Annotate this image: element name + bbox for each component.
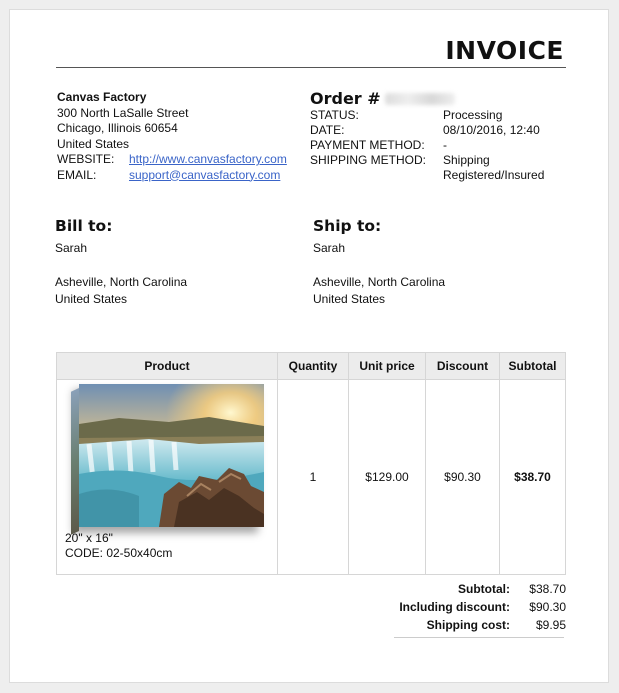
quantity-cell: 1 — [277, 379, 349, 575]
shipping-method-value: Shipping Registered/Insured — [443, 153, 544, 183]
bill-to-country: United States — [55, 292, 128, 306]
header-unit-price: Unit price — [348, 352, 426, 380]
product-image — [71, 384, 264, 535]
bill-to-name: Sarah — [55, 241, 88, 255]
ship-to-country: United States — [313, 292, 386, 306]
website-link[interactable]: http://www.canvasfactory.com — [129, 152, 287, 168]
totals-discount-row: Including discount: $90.30 — [390, 598, 566, 616]
totals-subtotal-label: Subtotal: — [458, 582, 510, 596]
title-divider — [56, 67, 566, 68]
totals-shipping-row: Shipping cost: $9.95 — [390, 616, 566, 634]
order-date-row: DATE: 08/10/2016, 12:40 — [310, 123, 544, 138]
invoice-page: INVOICE Canvas Factory 300 North LaSalle… — [9, 9, 609, 683]
ship-to-section: Ship to: Sarah Asheville, North Carolina… — [313, 218, 445, 308]
company-info: Canvas Factory 300 North LaSalle Street … — [57, 90, 287, 183]
header-product: Product — [56, 352, 278, 380]
payment-method-value: - — [443, 138, 447, 152]
discount-cell: $90.30 — [425, 379, 500, 575]
ship-to-name: Sarah — [313, 241, 346, 255]
shipping-method-label: SHIPPING METHOD: — [310, 153, 427, 167]
header-discount: Discount — [425, 352, 500, 380]
shipping-method-row: SHIPPING METHOD: Shipping Registered/Ins… — [310, 153, 544, 183]
header-quantity: Quantity — [277, 352, 349, 380]
waterfall-canvas-photo — [79, 384, 264, 527]
shipping-method-line1: Shipping — [443, 153, 490, 167]
header-subtotal: Subtotal — [499, 352, 566, 380]
bill-to-section: Bill to: Sarah Asheville, North Carolina… — [55, 218, 187, 308]
company-website-row: WEBSITE: http://www.canvasfactory.com — [57, 152, 287, 168]
totals-shipping-value: $9.95 — [535, 618, 566, 632]
company-city: Chicago, Illinois 60654 — [57, 121, 178, 135]
totals-divider — [394, 637, 564, 638]
order-items-table: Product Quantity Unit price Discount Sub… — [56, 352, 566, 575]
order-status-row: STATUS: Processing — [310, 108, 544, 123]
product-cell: 20" x 16" CODE: 02-50x40cm — [56, 379, 278, 575]
order-status-label: STATUS: — [310, 108, 359, 122]
totals-subtotal-value: $38.70 — [529, 582, 566, 596]
payment-method-row: PAYMENT METHOD: - — [310, 138, 544, 153]
order-number-heading: Order # — [310, 89, 544, 108]
email-link[interactable]: support@canvasfactory.com — [129, 168, 280, 184]
email-label: EMAIL: — [57, 167, 97, 182]
totals-subtotal-row: Subtotal: $38.70 — [390, 580, 566, 598]
subtotal-cell: $38.70 — [499, 379, 566, 575]
shipping-method-line2: Registered/Insured — [443, 168, 545, 182]
product-size: 20" x 16" — [65, 531, 113, 545]
company-email-row: EMAIL: support@canvasfactory.com — [57, 168, 287, 184]
product-code: CODE: 02-50x40cm — [65, 546, 173, 560]
company-name: Canvas Factory — [57, 90, 147, 104]
bill-to-heading: Bill to: — [55, 217, 113, 235]
bill-to-redacted-line — [55, 257, 187, 274]
totals-section: Subtotal: $38.70 Including discount: $90… — [390, 580, 566, 634]
order-status-value: Processing — [443, 108, 503, 122]
company-street: 300 North LaSalle Street — [57, 105, 189, 120]
unit-price-cell: $129.00 — [348, 379, 426, 575]
payment-method-label: PAYMENT METHOD: — [310, 138, 425, 152]
order-number-label: Order # — [310, 89, 381, 108]
ship-to-redacted-line — [313, 257, 445, 274]
order-info: Order # STATUS: Processing DATE: 08/10/2… — [310, 91, 544, 183]
totals-discount-label: Including discount: — [399, 600, 510, 614]
bill-to-city: Asheville, North Carolina — [55, 275, 188, 289]
canvas-edge — [71, 388, 79, 535]
ship-to-city: Asheville, North Carolina — [313, 275, 446, 289]
totals-shipping-label: Shipping cost: — [426, 618, 510, 632]
company-country: United States — [57, 136, 130, 151]
order-date-value: 08/10/2016, 12:40 — [443, 123, 540, 137]
totals-discount-value: $90.30 — [529, 600, 566, 614]
table-row: 20" x 16" CODE: 02-50x40cm 1 $129.00 $90… — [56, 379, 566, 575]
table-header-row: Product Quantity Unit price Discount Sub… — [56, 352, 566, 380]
ship-to-heading: Ship to: — [313, 217, 382, 235]
invoice-title: INVOICE — [445, 36, 564, 65]
website-label: WEBSITE: — [57, 152, 115, 166]
redacted-order-number — [384, 92, 455, 105]
order-date-label: DATE: — [310, 123, 345, 137]
